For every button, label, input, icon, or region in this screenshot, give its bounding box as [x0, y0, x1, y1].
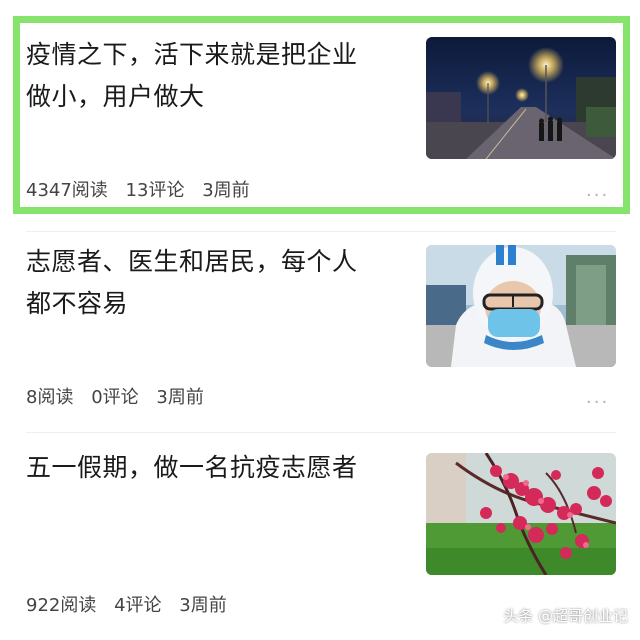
more-options-icon[interactable]: ···	[586, 187, 609, 205]
comment-count: 0评论	[91, 387, 139, 408]
publish-time: 3周前	[156, 387, 204, 408]
medical-worker-photo	[426, 245, 616, 367]
comment-count: 13评论	[125, 180, 185, 201]
more-options-icon[interactable]: ···	[586, 394, 609, 412]
article-title[interactable]: 志愿者、医生和居民，每个人 都不容易	[26, 241, 406, 325]
title-line: 做小，用户做大	[26, 82, 205, 111]
article-thumbnail[interactable]	[426, 37, 616, 159]
watermark: 头条 @超哥创业记	[503, 607, 628, 625]
article-thumbnail[interactable]	[426, 245, 616, 367]
article-card-2[interactable]: 志愿者、医生和居民，每个人 都不容易 8阅读 0评论 3周前 ···	[0, 232, 640, 430]
article-title[interactable]: 疫情之下，活下来就是把企业 做小，用户做大	[26, 34, 406, 118]
title-line: 疫情之下，活下来就是把企业	[26, 40, 358, 69]
article-meta: 8阅读 0评论 3周前	[26, 383, 216, 409]
title-line: 都不容易	[26, 289, 129, 318]
read-count: 922阅读	[26, 595, 97, 616]
article-card-1[interactable]: 疫情之下，活下来就是把企业 做小，用户做大 4347阅读 13评论 3周前 ··…	[13, 16, 630, 214]
title-line: 志愿者、医生和居民，每个人	[26, 247, 358, 276]
article-title[interactable]: 五一假期，做一名抗疫志愿者	[26, 447, 416, 489]
title-line: 五一假期，做一名抗疫志愿者	[26, 453, 358, 482]
night-street-photo	[426, 37, 616, 159]
publish-time: 3周前	[179, 595, 227, 616]
read-count: 4347阅读	[26, 180, 108, 201]
read-count: 8阅读	[26, 387, 74, 408]
article-meta: 4347阅读 13评论 3周前	[26, 176, 262, 202]
pink-blossom-photo	[426, 453, 616, 575]
article-thumbnail[interactable]	[426, 453, 616, 575]
publish-time: 3周前	[202, 180, 250, 201]
article-meta: 922阅读 4评论 3周前	[26, 591, 239, 617]
comment-count: 4评论	[114, 595, 162, 616]
article-feed: 疫情之下，活下来就是把企业 做小，用户做大 4347阅读 13评论 3周前 ··…	[0, 0, 640, 640]
